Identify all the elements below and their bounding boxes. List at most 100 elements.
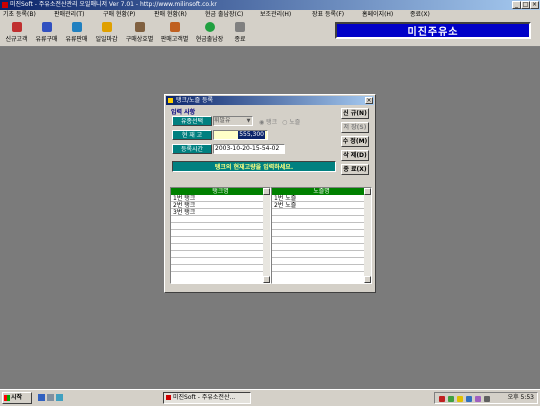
list-item	[272, 258, 364, 265]
delete-button[interactable]: 삭 제(D)	[341, 150, 369, 161]
target-radio-group: ◉ 탱크 ○ 노즐	[259, 117, 300, 126]
tank-radio[interactable]: ◉ 탱크	[259, 119, 277, 126]
list-item	[272, 230, 364, 237]
menu-sales-status[interactable]: 판매 현황(R)	[154, 10, 187, 19]
fuel-purchase-icon	[41, 22, 52, 32]
menu-cashbook[interactable]: 현금 출납장(C)	[205, 10, 243, 19]
list-item	[171, 216, 263, 223]
list-item	[171, 265, 263, 272]
exit-button[interactable]: 종료	[229, 21, 251, 44]
windows-logo-icon	[4, 395, 10, 401]
tray-volume-icon[interactable]	[475, 396, 481, 402]
fuel-type-select[interactable]: 휘발유 ▼	[213, 116, 253, 126]
sale-by-customer-button[interactable]: 판매고객별	[158, 21, 191, 44]
system-tray: 오후 5:53	[434, 392, 538, 404]
task-app-button[interactable]: 미진Soft - 주유소전산...	[163, 392, 251, 404]
tank-list-header: 탱크명	[171, 188, 270, 195]
fuel-purchase-button[interactable]: 유류구매	[33, 21, 60, 44]
minimize-button[interactable]: _	[512, 1, 521, 9]
stock-label: 현 재 고	[172, 130, 212, 140]
clock: 오후 5:53	[507, 394, 534, 401]
list-item	[272, 237, 364, 244]
chevron-down-icon[interactable]: ▼	[245, 117, 252, 125]
dialog-title: 탱크/노즐 등록	[176, 97, 214, 104]
fuel-sale-icon	[71, 22, 82, 32]
ie-quicklaunch-icon[interactable]	[38, 394, 45, 401]
tank-nozzle-dialog: 탱크/노즐 등록 × 입력 사항 유종선택 휘발유 ▼ ◉ 탱크 ○ 노즐 현 …	[164, 94, 376, 293]
purchase-by-company-button[interactable]: 구매상호별	[123, 21, 156, 44]
nozzle-list-scrollbar[interactable]	[364, 188, 371, 283]
tray-ime-icon[interactable]	[457, 396, 463, 402]
menu-bar: 기초 등록(B) 판매관리(T) 구매 현황(P) 판매 현황(R) 현금 출납…	[0, 10, 540, 19]
list-item	[272, 251, 364, 258]
new-customer-button[interactable]: 신규고객	[3, 21, 30, 44]
start-button[interactable]: 시작	[2, 392, 32, 404]
sale-by-customer-icon	[169, 22, 180, 32]
datetime-label: 등록시간	[172, 144, 212, 154]
exit-icon	[235, 22, 245, 32]
list-item[interactable]: 2번 노즐	[272, 202, 364, 209]
app-task-icon	[166, 395, 171, 400]
instruction-message: 탱크의 현재고량을 입력하세요.	[172, 161, 336, 172]
scroll-up-arrow[interactable]	[263, 188, 270, 195]
menu-homepage[interactable]: 홈페이지(H)	[362, 10, 393, 19]
menu-purchase[interactable]: 구매 현황(P)	[103, 10, 135, 19]
list-item	[272, 223, 364, 230]
list-item	[272, 216, 364, 223]
dialog-title-bar: 탱크/노즐 등록 ×	[166, 96, 374, 105]
fuel-type-label: 유종선택	[172, 116, 212, 126]
tank-list: 탱크명 1번 탱크 2번 탱크 3번 탱크	[170, 187, 271, 284]
list-item	[272, 209, 364, 216]
list-item	[171, 258, 263, 265]
exit-dialog-button[interactable]: 종 료(X)	[341, 164, 369, 175]
outlook-quicklaunch-icon[interactable]	[56, 394, 63, 401]
list-item[interactable]: 1번 노즐	[272, 195, 364, 202]
list-item[interactable]: 2번 탱크	[171, 202, 263, 209]
nozzle-radio[interactable]: ○ 노즐	[282, 119, 300, 126]
scroll-down-arrow[interactable]	[263, 276, 270, 283]
cashbook-button[interactable]: 현금출납장	[193, 21, 226, 44]
stock-input[interactable]: 555,300	[213, 130, 268, 140]
menu-sales-mgmt[interactable]: 판매관리(T)	[54, 10, 84, 19]
list-item	[171, 251, 263, 258]
tray-network-icon[interactable]	[448, 396, 454, 402]
scroll-down-arrow[interactable]	[364, 276, 371, 283]
maximize-button[interactable]: □	[521, 1, 530, 9]
list-item	[272, 265, 364, 272]
tray-app-icon[interactable]	[439, 396, 445, 402]
list-item	[272, 244, 364, 251]
purchase-by-company-icon	[134, 22, 145, 32]
cashbook-icon	[204, 22, 215, 32]
menu-support[interactable]: 보조관리(H)	[260, 10, 291, 19]
edit-button[interactable]: 수 정(M)	[341, 136, 369, 147]
new-button[interactable]: 신 규(N)	[341, 108, 369, 119]
window-title-bar: 미진Soft - 주유소전산관리 오일매니저 Ver 7.01 - http:/…	[0, 0, 540, 10]
dialog-close-button[interactable]: ×	[365, 97, 373, 104]
list-item[interactable]: 3번 탱크	[171, 209, 263, 216]
nozzle-list: 노즐명 1번 노즐 2번 노즐	[271, 187, 372, 284]
tray-misc-icon[interactable]	[484, 396, 490, 402]
shop-name-banner: 미진주유소	[335, 22, 531, 39]
daily-close-button[interactable]: 일일마감	[93, 21, 120, 44]
scroll-up-arrow[interactable]	[364, 188, 371, 195]
new-customer-icon	[11, 22, 22, 32]
input-section-title: 입력 사항	[171, 109, 196, 116]
fuel-sale-button[interactable]: 유류판매	[63, 21, 90, 44]
save-button[interactable]: 저 장(S)	[341, 122, 369, 133]
menu-forms[interactable]: 장표 등록(F)	[312, 10, 344, 19]
tank-list-scrollbar[interactable]	[263, 188, 270, 283]
list-item	[171, 244, 263, 251]
window-title: 미진Soft - 주유소전산관리 오일매니저 Ver 7.01 - http:/…	[10, 1, 217, 8]
list-item[interactable]: 1번 탱크	[171, 195, 263, 202]
datetime-field[interactable]: 2003-10-20-15-54-02	[213, 144, 285, 154]
menu-exit[interactable]: 종료(X)	[410, 10, 430, 19]
list-item	[171, 230, 263, 237]
tray-monitor-icon[interactable]	[466, 396, 472, 402]
nozzle-list-header: 노즐명	[272, 188, 371, 195]
daily-close-icon	[101, 22, 112, 32]
list-item	[171, 237, 263, 244]
app-icon	[2, 2, 8, 8]
desktop-quicklaunch-icon[interactable]	[47, 394, 54, 401]
menu-basic[interactable]: 기초 등록(B)	[3, 10, 36, 19]
close-button[interactable]: ×	[530, 1, 539, 9]
